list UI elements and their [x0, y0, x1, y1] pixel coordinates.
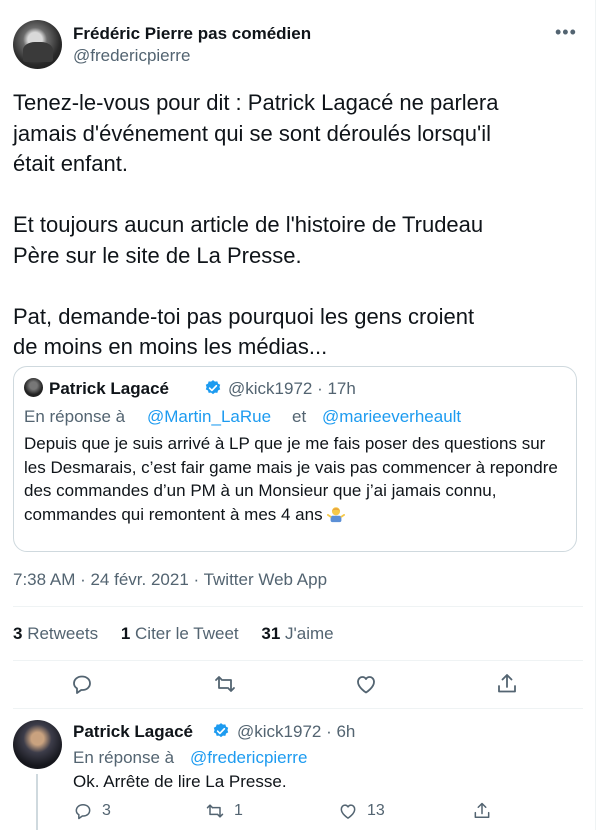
quotes-count: 1 [120, 624, 131, 643]
quoted-and-word: et [292, 407, 307, 426]
author-name[interactable]: Frédéric Pierre pas comédien [73, 24, 311, 44]
quotes-stat[interactable]: 1 Citer le Tweet [121, 624, 239, 643]
divider [13, 606, 583, 607]
tweet-detail-view: Frédéric Pierre pas comédien @fredericpi… [0, 0, 596, 830]
quoted-text-body: Depuis que je suis arrivé à LP que je me… [24, 434, 558, 524]
reply-icon [75, 804, 91, 820]
retweets-stat[interactable]: 3 Retweets [13, 624, 98, 643]
divider [13, 660, 583, 661]
tweet-text: Tenez-le-vous pour dit : Patrick Lagacé … [13, 90, 499, 359]
quotes-label: Citer le Tweet [135, 624, 239, 643]
share-icon [498, 674, 516, 693]
verified-icon [205, 380, 221, 395]
verified-icon [213, 723, 229, 738]
quoted-tweet[interactable]: Patrick Lagacé @kick1972 · 17h En répons… [13, 366, 577, 552]
quoted-author-name: Patrick Lagacé [49, 379, 170, 398]
reply-share-button[interactable] [472, 800, 501, 822]
like-count: 13 [367, 802, 385, 819]
retweets-label: Retweets [27, 624, 99, 643]
reply-count: 3 [102, 802, 111, 819]
reply-like-button[interactable]: 13 [338, 800, 385, 822]
likes-label: J'aime [285, 624, 334, 643]
likes-count: 31 [261, 624, 281, 643]
person-shrugging-emoji [327, 505, 346, 523]
retweet-icon [215, 676, 235, 692]
retweet-icon [206, 804, 224, 818]
retweets-count: 3 [13, 624, 23, 643]
author-handle[interactable]: @fredericpierre [73, 46, 190, 66]
reply-mention[interactable]: @fredericpierre [190, 748, 307, 768]
reply-button[interactable] [70, 672, 94, 696]
author-avatar[interactable] [13, 20, 62, 69]
quoted-author-handle: @kick1972 · 17h [228, 379, 356, 398]
quoted-tweet-text: Depuis que je suis arrivé à LP que je me… [24, 432, 564, 526]
like-button[interactable] [354, 672, 378, 696]
likes-stat[interactable]: 31 J'aime [261, 624, 333, 643]
reply-icon [73, 675, 91, 694]
reply-author-handle[interactable]: @kick1972 · 6h [237, 722, 355, 742]
heart-icon [340, 804, 356, 819]
retweet-button[interactable] [213, 672, 237, 696]
tweet-timestamp[interactable]: 7:38 AM · 24 févr. 2021 · Twitter Web Ap… [13, 570, 327, 590]
quoted-author-avatar [24, 378, 43, 397]
quoted-mention-martin[interactable]: @Martin_LaRue [147, 407, 271, 427]
heart-icon [357, 676, 375, 694]
reply-author-avatar[interactable] [13, 720, 62, 769]
retweet-count: 1 [234, 802, 243, 819]
reply-reply-button[interactable]: 3 [73, 800, 111, 822]
quoted-reply-prefix: En réponse à [24, 407, 126, 426]
divider [13, 708, 583, 709]
tweet-stats: 3 Retweets 1 Citer le Tweet 31 J'aime [13, 624, 352, 644]
share-icon [474, 802, 490, 818]
quoted-mention-marie[interactable]: @marieeverheault [322, 407, 461, 427]
reply-prefix: En réponse à [73, 748, 175, 767]
reply-text: Ok. Arrête de lire La Presse. [73, 772, 287, 791]
reply-retweet-button[interactable]: 1 [205, 800, 243, 822]
thread-line [36, 774, 38, 830]
reply-author-name[interactable]: Patrick Lagacé [73, 722, 193, 742]
share-button[interactable] [495, 672, 519, 696]
more-icon[interactable]: ••• [555, 22, 577, 43]
